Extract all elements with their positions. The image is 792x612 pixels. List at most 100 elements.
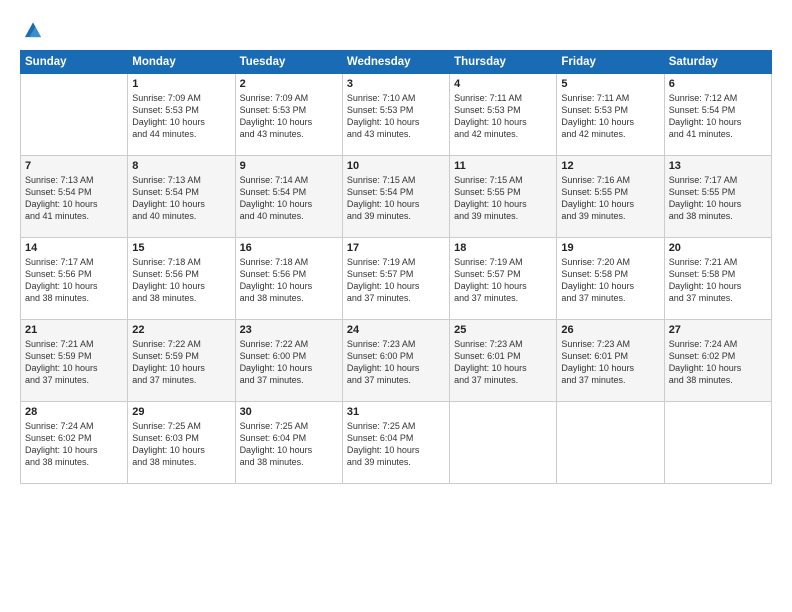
day-info: Sunrise: 7:09 AM Sunset: 5:53 PM Dayligh… bbox=[240, 92, 338, 141]
day-number: 25 bbox=[454, 324, 552, 336]
weekday-header-saturday: Saturday bbox=[664, 51, 771, 74]
week-row-4: 21 Sunrise: 7:21 AM Sunset: 5:59 PM Dayli… bbox=[21, 320, 772, 402]
calendar-cell: 31Sunrise: 7:25 AM Sunset: 6:04 PM Dayli… bbox=[342, 402, 449, 484]
day-info: Sunrise: 7:23 AM Sunset: 6:01 PM Dayligh… bbox=[561, 338, 659, 387]
calendar-cell: 27 Sunrise: 7:24 AM Sunset: 6:02 PM Dayli… bbox=[664, 320, 771, 402]
day-number: 30 bbox=[240, 406, 338, 418]
calendar-cell: 9Sunrise: 7:14 AM Sunset: 5:54 PM Daylig… bbox=[235, 156, 342, 238]
day-number: 18 bbox=[454, 242, 552, 254]
day-info: Sunrise: 7:15 AM Sunset: 5:54 PM Dayligh… bbox=[347, 174, 445, 223]
day-info: Sunrise: 7:21 AM Sunset: 5:58 PM Dayligh… bbox=[669, 256, 767, 305]
calendar-cell: 24Sunrise: 7:23 AM Sunset: 6:00 PM Dayli… bbox=[342, 320, 449, 402]
day-number: 14 bbox=[25, 242, 123, 254]
day-number: 7 bbox=[25, 160, 123, 172]
calendar-cell: 12 Sunrise: 7:16 AM Sunset: 5:55 PM Dayli… bbox=[557, 156, 664, 238]
day-number: 4 bbox=[454, 78, 552, 90]
day-number: 11 bbox=[454, 160, 552, 172]
calendar-cell bbox=[450, 402, 557, 484]
day-info: Sunrise: 7:16 AM Sunset: 5:55 PM Dayligh… bbox=[561, 174, 659, 223]
calendar-cell: 11Sunrise: 7:15 AM Sunset: 5:55 PM Dayli… bbox=[450, 156, 557, 238]
calendar-cell: 26 Sunrise: 7:23 AM Sunset: 6:01 PM Dayli… bbox=[557, 320, 664, 402]
calendar-cell: 1 Sunrise: 7:09 AM Sunset: 5:53 PM Daylig… bbox=[128, 74, 235, 156]
week-row-2: 7 Sunrise: 7:13 AM Sunset: 5:54 PM Daylig… bbox=[21, 156, 772, 238]
calendar-cell bbox=[664, 402, 771, 484]
day-number: 10 bbox=[347, 160, 445, 172]
day-number: 26 bbox=[561, 324, 659, 336]
day-number: 19 bbox=[561, 242, 659, 254]
calendar-cell: 22Sunrise: 7:22 AM Sunset: 5:59 PM Dayli… bbox=[128, 320, 235, 402]
day-info: Sunrise: 7:17 AM Sunset: 5:55 PM Dayligh… bbox=[669, 174, 767, 223]
calendar-cell: 23 Sunrise: 7:22 AM Sunset: 6:00 PM Dayli… bbox=[235, 320, 342, 402]
day-number: 3 bbox=[347, 78, 445, 90]
weekday-header-thursday: Thursday bbox=[450, 51, 557, 74]
week-row-3: 14 Sunrise: 7:17 AM Sunset: 5:56 PM Dayli… bbox=[21, 238, 772, 320]
calendar-cell: 10 Sunrise: 7:15 AM Sunset: 5:54 PM Dayli… bbox=[342, 156, 449, 238]
day-number: 8 bbox=[132, 160, 230, 172]
weekday-header-row: SundayMondayTuesdayWednesdayThursdayFrid… bbox=[21, 51, 772, 74]
day-info: Sunrise: 7:17 AM Sunset: 5:56 PM Dayligh… bbox=[25, 256, 123, 305]
calendar-cell: 15 Sunrise: 7:18 AM Sunset: 5:56 PM Dayli… bbox=[128, 238, 235, 320]
calendar-cell: 29 Sunrise: 7:25 AM Sunset: 6:03 PM Dayli… bbox=[128, 402, 235, 484]
day-info: Sunrise: 7:12 AM Sunset: 5:54 PM Dayligh… bbox=[669, 92, 767, 141]
calendar-cell bbox=[21, 74, 128, 156]
calendar-cell: 28 Sunrise: 7:24 AM Sunset: 6:02 PM Dayli… bbox=[21, 402, 128, 484]
calendar-cell: 8Sunrise: 7:13 AM Sunset: 5:54 PM Daylig… bbox=[128, 156, 235, 238]
header bbox=[20, 18, 772, 40]
day-info: Sunrise: 7:25 AM Sunset: 6:03 PM Dayligh… bbox=[132, 420, 230, 469]
day-info: Sunrise: 7:18 AM Sunset: 5:56 PM Dayligh… bbox=[240, 256, 338, 305]
day-info: Sunrise: 7:19 AM Sunset: 5:57 PM Dayligh… bbox=[454, 256, 552, 305]
day-number: 6 bbox=[669, 78, 767, 90]
day-info: Sunrise: 7:13 AM Sunset: 5:54 PM Dayligh… bbox=[25, 174, 123, 223]
day-info: Sunrise: 7:18 AM Sunset: 5:56 PM Dayligh… bbox=[132, 256, 230, 305]
day-info: Sunrise: 7:19 AM Sunset: 5:57 PM Dayligh… bbox=[347, 256, 445, 305]
calendar-cell: 6 Sunrise: 7:12 AM Sunset: 5:54 PM Daylig… bbox=[664, 74, 771, 156]
calendar-cell: 21 Sunrise: 7:21 AM Sunset: 5:59 PM Dayli… bbox=[21, 320, 128, 402]
day-number: 13 bbox=[669, 160, 767, 172]
calendar-cell: 7 Sunrise: 7:13 AM Sunset: 5:54 PM Daylig… bbox=[21, 156, 128, 238]
day-number: 17 bbox=[347, 242, 445, 254]
weekday-header-sunday: Sunday bbox=[21, 51, 128, 74]
day-info: Sunrise: 7:10 AM Sunset: 5:53 PM Dayligh… bbox=[347, 92, 445, 141]
day-info: Sunrise: 7:21 AM Sunset: 5:59 PM Dayligh… bbox=[25, 338, 123, 387]
day-number: 20 bbox=[669, 242, 767, 254]
day-number: 21 bbox=[25, 324, 123, 336]
day-number: 1 bbox=[132, 78, 230, 90]
day-number: 31 bbox=[347, 406, 445, 418]
calendar-cell: 20 Sunrise: 7:21 AM Sunset: 5:58 PM Dayli… bbox=[664, 238, 771, 320]
day-info: Sunrise: 7:24 AM Sunset: 6:02 PM Dayligh… bbox=[669, 338, 767, 387]
day-number: 24 bbox=[347, 324, 445, 336]
day-number: 16 bbox=[240, 242, 338, 254]
day-info: Sunrise: 7:22 AM Sunset: 5:59 PM Dayligh… bbox=[132, 338, 230, 387]
day-number: 2 bbox=[240, 78, 338, 90]
day-number: 27 bbox=[669, 324, 767, 336]
logo bbox=[20, 18, 44, 40]
day-info: Sunrise: 7:24 AM Sunset: 6:02 PM Dayligh… bbox=[25, 420, 123, 469]
day-info: Sunrise: 7:22 AM Sunset: 6:00 PM Dayligh… bbox=[240, 338, 338, 387]
day-number: 28 bbox=[25, 406, 123, 418]
weekday-header-tuesday: Tuesday bbox=[235, 51, 342, 74]
calendar-cell: 4 Sunrise: 7:11 AM Sunset: 5:53 PM Daylig… bbox=[450, 74, 557, 156]
calendar-cell: 19 Sunrise: 7:20 AM Sunset: 5:58 PM Dayli… bbox=[557, 238, 664, 320]
calendar-cell: 13 Sunrise: 7:17 AM Sunset: 5:55 PM Dayli… bbox=[664, 156, 771, 238]
day-info: Sunrise: 7:11 AM Sunset: 5:53 PM Dayligh… bbox=[561, 92, 659, 141]
calendar-cell: 14 Sunrise: 7:17 AM Sunset: 5:56 PM Dayli… bbox=[21, 238, 128, 320]
day-number: 29 bbox=[132, 406, 230, 418]
calendar-cell bbox=[557, 402, 664, 484]
day-number: 23 bbox=[240, 324, 338, 336]
calendar-cell: 3 Sunrise: 7:10 AM Sunset: 5:53 PM Daylig… bbox=[342, 74, 449, 156]
calendar-cell: 17 Sunrise: 7:19 AM Sunset: 5:57 PM Dayli… bbox=[342, 238, 449, 320]
calendar-cell: 30Sunrise: 7:25 AM Sunset: 6:04 PM Dayli… bbox=[235, 402, 342, 484]
day-number: 15 bbox=[132, 242, 230, 254]
day-number: 12 bbox=[561, 160, 659, 172]
calendar-cell: 2 Sunrise: 7:09 AM Sunset: 5:53 PM Daylig… bbox=[235, 74, 342, 156]
week-row-5: 28 Sunrise: 7:24 AM Sunset: 6:02 PM Dayli… bbox=[21, 402, 772, 484]
day-info: Sunrise: 7:09 AM Sunset: 5:53 PM Dayligh… bbox=[132, 92, 230, 141]
week-row-1: 1 Sunrise: 7:09 AM Sunset: 5:53 PM Daylig… bbox=[21, 74, 772, 156]
weekday-header-wednesday: Wednesday bbox=[342, 51, 449, 74]
day-info: Sunrise: 7:20 AM Sunset: 5:58 PM Dayligh… bbox=[561, 256, 659, 305]
day-info: Sunrise: 7:14 AM Sunset: 5:54 PM Dayligh… bbox=[240, 174, 338, 223]
day-info: Sunrise: 7:23 AM Sunset: 6:01 PM Dayligh… bbox=[454, 338, 552, 387]
weekday-header-friday: Friday bbox=[557, 51, 664, 74]
calendar-cell: 18 Sunrise: 7:19 AM Sunset: 5:57 PM Dayli… bbox=[450, 238, 557, 320]
day-info: Sunrise: 7:11 AM Sunset: 5:53 PM Dayligh… bbox=[454, 92, 552, 141]
